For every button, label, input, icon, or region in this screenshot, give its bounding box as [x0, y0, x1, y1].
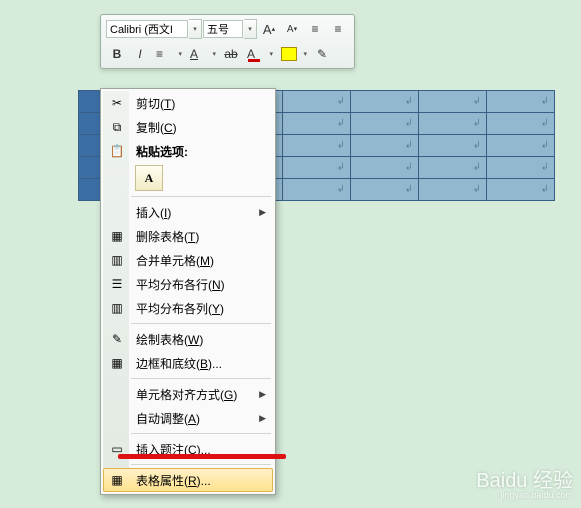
- watermark-sub: jingyan.baidu.com: [476, 491, 573, 500]
- menu-label: 复制(C): [136, 119, 177, 136]
- font-color-button[interactable]: A: [243, 43, 276, 65]
- font-size-input[interactable]: [203, 20, 243, 38]
- bold-button[interactable]: B: [106, 43, 128, 65]
- delete-table-icon: ▦: [108, 227, 126, 245]
- font-name-input[interactable]: [106, 20, 188, 38]
- menu-label: 平均分布各列(Y): [136, 300, 224, 317]
- menu-label: 删除表格(T): [136, 228, 199, 245]
- cell[interactable]: [487, 91, 555, 113]
- grow-font-button[interactable]: A▴: [258, 18, 280, 40]
- cell[interactable]: [283, 179, 351, 201]
- watermark: Baidu 经验 jingyan.baidu.com: [476, 471, 573, 500]
- cell[interactable]: [283, 157, 351, 179]
- submenu-arrow-icon: ▶: [259, 413, 266, 424]
- copy-icon: ⧉: [108, 118, 126, 136]
- paste-keep-formatting-button[interactable]: A: [135, 165, 163, 191]
- watermark-brand: Baidu 经验: [476, 470, 573, 492]
- cell[interactable]: [419, 179, 487, 201]
- cell[interactable]: [419, 157, 487, 179]
- italic-button[interactable]: I: [129, 43, 151, 65]
- font-size-dropdown[interactable]: ▾: [244, 19, 257, 39]
- menu-insert[interactable]: 插入(I) ▶: [103, 200, 273, 224]
- menu-separator: [131, 433, 271, 434]
- menu-merge-cells[interactable]: ▥ 合并单元格(M): [103, 248, 273, 272]
- paste-options-row: A: [103, 163, 273, 193]
- cell[interactable]: [419, 135, 487, 157]
- menu-label: 粘贴选项:: [136, 143, 188, 160]
- cell[interactable]: [283, 91, 351, 113]
- menu-draw-table[interactable]: ✎ 绘制表格(W): [103, 327, 273, 351]
- submenu-arrow-icon: ▶: [259, 207, 266, 218]
- font-name-dropdown[interactable]: ▾: [189, 19, 202, 39]
- cell[interactable]: [351, 91, 419, 113]
- menu-cell-align[interactable]: 单元格对齐方式(G) ▶: [103, 382, 273, 406]
- menu-separator: [131, 464, 271, 465]
- menu-separator: [131, 196, 271, 197]
- menu-separator: [131, 378, 271, 379]
- menu-dist-cols[interactable]: ▥ 平均分布各列(Y): [103, 296, 273, 320]
- menu-label: 边框和底纹(B)...: [136, 355, 222, 372]
- increase-indent-button[interactable]: ≡: [327, 18, 349, 40]
- menu-paste-header: 📋 粘贴选项:: [103, 139, 273, 163]
- scissors-icon: ✂: [108, 94, 126, 112]
- distribute-rows-icon: ☰: [108, 275, 126, 293]
- highlight-swatch-icon: [281, 47, 297, 61]
- cell[interactable]: [283, 135, 351, 157]
- menu-delete-table[interactable]: ▦ 删除表格(T): [103, 224, 273, 248]
- cell[interactable]: [487, 135, 555, 157]
- menu-separator: [131, 323, 271, 324]
- underline-button[interactable]: A: [186, 43, 219, 65]
- mini-toolbar: ▾ ▾ A▴ A▾ ≡ ≡ B I ≡ A ab A ✎: [100, 14, 355, 69]
- cell[interactable]: [351, 135, 419, 157]
- shrink-font-button[interactable]: A▾: [281, 18, 303, 40]
- menu-borders-shading[interactable]: ▦ 边框和底纹(B)...: [103, 351, 273, 375]
- table-properties-icon: ▦: [108, 471, 126, 489]
- cell[interactable]: [487, 179, 555, 201]
- menu-label: 表格属性(R)...: [136, 472, 211, 489]
- borders-icon: ▦: [108, 354, 126, 372]
- cell[interactable]: [419, 91, 487, 113]
- pencil-icon: ✎: [108, 330, 126, 348]
- cell[interactable]: [351, 113, 419, 135]
- submenu-arrow-icon: ▶: [259, 389, 266, 400]
- clipboard-icon: 📋: [108, 142, 126, 160]
- menu-label: 插入(I): [136, 204, 171, 221]
- context-menu: ✂ 剪切(T) ⧉ 复制(C) 📋 粘贴选项: A 插入(I) ▶ ▦ 删除表格…: [100, 88, 276, 495]
- decrease-indent-button[interactable]: ≡: [304, 18, 326, 40]
- menu-table-properties[interactable]: ▦ 表格属性(R)...: [103, 468, 273, 492]
- menu-copy[interactable]: ⧉ 复制(C): [103, 115, 273, 139]
- merge-cells-icon: ▥: [108, 251, 126, 269]
- distribute-cols-icon: ▥: [108, 299, 126, 317]
- menu-cut[interactable]: ✂ 剪切(T): [103, 91, 273, 115]
- menu-label: 绘制表格(W): [136, 331, 203, 348]
- cell[interactable]: [283, 113, 351, 135]
- cell[interactable]: [419, 113, 487, 135]
- cell[interactable]: [351, 157, 419, 179]
- menu-autofit[interactable]: 自动调整(A) ▶: [103, 406, 273, 430]
- align-button[interactable]: ≡: [152, 43, 185, 65]
- cell[interactable]: [351, 179, 419, 201]
- format-painter-button[interactable]: ✎: [311, 43, 333, 65]
- menu-label: 单元格对齐方式(G): [136, 386, 237, 403]
- menu-dist-rows[interactable]: ☰ 平均分布各行(N): [103, 272, 273, 296]
- cell[interactable]: [487, 113, 555, 135]
- menu-label: 剪切(T): [136, 95, 175, 112]
- menu-label: 自动调整(A): [136, 410, 200, 427]
- menu-label: 合并单元格(M): [136, 252, 214, 269]
- strikethrough-button[interactable]: ab: [220, 43, 242, 65]
- cell[interactable]: [487, 157, 555, 179]
- highlight-button[interactable]: [277, 43, 310, 65]
- menu-label: 平均分布各行(N): [136, 276, 225, 293]
- annotation-redline: [118, 454, 286, 459]
